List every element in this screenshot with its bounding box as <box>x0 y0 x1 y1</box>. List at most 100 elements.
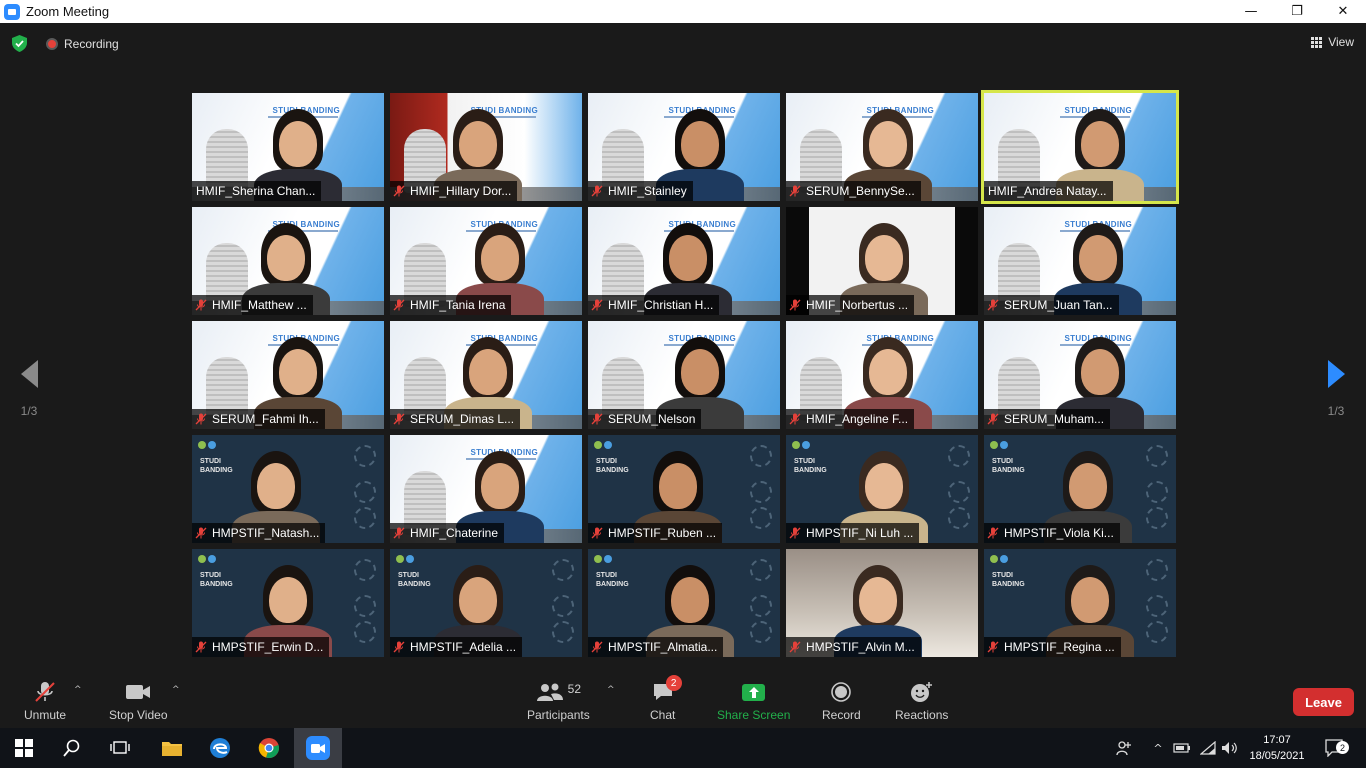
leave-button[interactable]: Leave <box>1293 688 1354 716</box>
participant-tile[interactable]: STUDI BANDING SERUM_Muham... <box>984 321 1176 429</box>
muted-mic-icon <box>591 527 603 539</box>
zoom-taskbar-button[interactable] <box>294 728 342 768</box>
virtual-background-title: STUDI BANDING <box>794 458 827 474</box>
participant-tile[interactable]: STUDI BANDING HMPSTIF_Erwin D... <box>192 549 384 657</box>
taskbar-clock[interactable]: 17:07 18/05/2021 <box>1246 732 1308 764</box>
participant-name: HMPSTIF_Alvin M... <box>806 640 915 654</box>
participant-tile[interactable]: STUDI BANDING HMIF_Matthew ... <box>192 207 384 315</box>
view-button[interactable]: View <box>1311 35 1354 49</box>
participant-tile[interactable]: STUDI BANDING SERUM_Dimas L... <box>390 321 582 429</box>
wifi-icon[interactable] <box>1198 728 1218 768</box>
participant-tile[interactable]: STUDI BANDING HMIF_Andrea Natay... <box>981 90 1179 204</box>
decorative-ring <box>354 481 376 503</box>
task-view-button[interactable] <box>96 728 144 768</box>
show-hidden-icons-chevron-icon[interactable]: ^ <box>1150 728 1166 768</box>
security-shield-icon[interactable] <box>12 35 27 52</box>
participant-tile[interactable]: STUDI BANDING SERUM_Nelson <box>588 321 780 429</box>
file-explorer-button[interactable] <box>148 728 196 768</box>
participant-tile[interactable]: STUDI BANDING HMPSTIF_Ruben ... <box>588 435 780 543</box>
muted-mic-icon <box>789 527 801 539</box>
chrome-browser-button[interactable] <box>245 728 293 768</box>
people-icon[interactable] <box>1112 728 1136 768</box>
record-icon <box>831 682 852 702</box>
participant-name: HMIF_Christian H... <box>608 298 714 312</box>
participant-tile[interactable]: STUDI BANDING HMPSTIF_Almatia... <box>588 549 780 657</box>
chat-badge: 2 <box>665 675 682 691</box>
muted-mic-icon <box>591 185 603 197</box>
participant-tile[interactable]: STUDI BANDING HMIF_Sherina Chan... <box>192 93 384 201</box>
participants-options-caret-icon[interactable]: ^ <box>607 685 617 695</box>
virtual-background-title: STUDI BANDING <box>992 458 1025 474</box>
notifications-button[interactable]: 2 <box>1320 728 1350 768</box>
participant-name-plate: HMIF_Stainley <box>588 181 693 201</box>
record-button[interactable]: Record <box>822 681 861 722</box>
muted-mic-icon <box>393 641 405 653</box>
chat-button[interactable]: 2 Chat <box>650 675 682 722</box>
recording-indicator[interactable]: Recording <box>46 37 119 51</box>
participant-tile[interactable]: STUDI BANDING HMPSTIF_Regina ... <box>984 549 1176 657</box>
stop-video-button[interactable]: Stop Video <box>109 681 168 722</box>
participants-button[interactable]: 52 Participants <box>527 681 590 722</box>
previous-page-button[interactable]: 1/3 <box>9 360 49 418</box>
audio-options-caret-icon[interactable]: ^ <box>74 685 84 695</box>
participant-tile[interactable]: STUDI BANDING HMPSTIF_Natash... <box>192 435 384 543</box>
participant-name: HMIF_Andrea Natay... <box>988 184 1107 198</box>
edge-browser-button[interactable] <box>196 728 244 768</box>
participant-tile[interactable]: STUDI BANDING HMIF_Angeline F... <box>786 321 978 429</box>
maximize-button[interactable]: ❐ <box>1274 0 1320 23</box>
participant-name: HMPSTIF_Almatia... <box>608 640 718 654</box>
participant-tile[interactable]: HMIF_Norbertus ... <box>786 207 978 315</box>
decorative-ring <box>1146 481 1168 503</box>
participant-tile[interactable]: HMPSTIF_Alvin M... <box>786 549 978 657</box>
search-button[interactable] <box>48 728 96 768</box>
participant-tile[interactable]: STUDI BANDING HMIF_Tania Irena <box>390 207 582 315</box>
participant-tile[interactable]: STUDI BANDING HMIF_Stainley <box>588 93 780 201</box>
minimize-button[interactable]: — <box>1228 0 1274 23</box>
virtual-background-title: STUDI BANDING <box>398 572 431 588</box>
participant-tile[interactable]: STUDI BANDING SERUM_BennySe... <box>786 93 978 201</box>
next-page-button[interactable]: 1/3 <box>1316 360 1356 418</box>
reactions-icon-wrap <box>910 681 934 703</box>
zoom-window: Zoom Meeting — ❐ ✕ Recording View 1/3 1/… <box>0 0 1366 768</box>
participant-tile[interactable]: STUDI BANDING HMPSTIF_Adelia ... <box>390 549 582 657</box>
share-screen-button[interactable]: Share Screen <box>717 681 790 722</box>
close-button[interactable]: ✕ <box>1320 0 1366 23</box>
participant-name-plate: HMPSTIF_Erwin D... <box>192 637 330 657</box>
organization-logo-icon <box>198 441 216 450</box>
arrow-left-icon <box>20 360 38 388</box>
participant-name: HMIF_Norbertus ... <box>806 298 909 312</box>
recording-label: Recording <box>64 37 119 51</box>
decorative-ring <box>552 559 574 581</box>
muted-mic-icon <box>789 185 801 197</box>
title-bar: Zoom Meeting — ❐ ✕ <box>0 0 1366 23</box>
unmute-button[interactable]: Unmute <box>24 681 66 722</box>
decorative-ring <box>750 481 772 503</box>
participant-name-plate: HMIF_Angeline F... <box>786 409 915 429</box>
video-options-caret-icon[interactable]: ^ <box>172 685 182 695</box>
participant-name-plate: HMPSTIF_Viola Ki... <box>984 523 1120 543</box>
battery-icon[interactable] <box>1172 728 1192 768</box>
participant-tile[interactable]: STUDI BANDING SERUM_Fahmi Ih... <box>192 321 384 429</box>
participant-name: HMPSTIF_Adelia ... <box>410 640 517 654</box>
organization-logo-icon <box>990 555 1008 564</box>
decorative-ring <box>1146 445 1168 467</box>
volume-icon[interactable] <box>1220 728 1240 768</box>
participant-tile[interactable]: STUDI BANDING HMPSTIF_Viola Ki... <box>984 435 1176 543</box>
participant-tile[interactable]: STUDI BANDING HMPSTIF_Ni Luh ... <box>786 435 978 543</box>
participant-name-plate: SERUM_Fahmi Ih... <box>192 409 325 429</box>
organization-logo-icon <box>396 555 414 564</box>
participant-tile[interactable]: STUDI BANDING HMIF_Chaterine <box>390 435 582 543</box>
unmute-icon-wrap <box>33 681 57 703</box>
start-button[interactable] <box>0 728 48 768</box>
decorative-ring <box>552 595 574 617</box>
window-title: Zoom Meeting <box>26 4 110 19</box>
decorative-ring <box>1146 559 1168 581</box>
participant-tile[interactable]: STUDI BANDING HMIF_Christian H... <box>588 207 780 315</box>
recording-dot-icon <box>46 38 58 50</box>
window-controls: — ❐ ✕ <box>1228 0 1366 23</box>
participant-tile[interactable]: STUDI BANDING HMIF_Hillary Dor... <box>390 93 582 201</box>
reactions-button[interactable]: Reactions <box>895 681 948 722</box>
participant-tile[interactable]: STUDI BANDING SERUM_Juan Tan... <box>984 207 1176 315</box>
muted-mic-icon <box>195 641 207 653</box>
organization-logo-icon <box>198 555 216 564</box>
